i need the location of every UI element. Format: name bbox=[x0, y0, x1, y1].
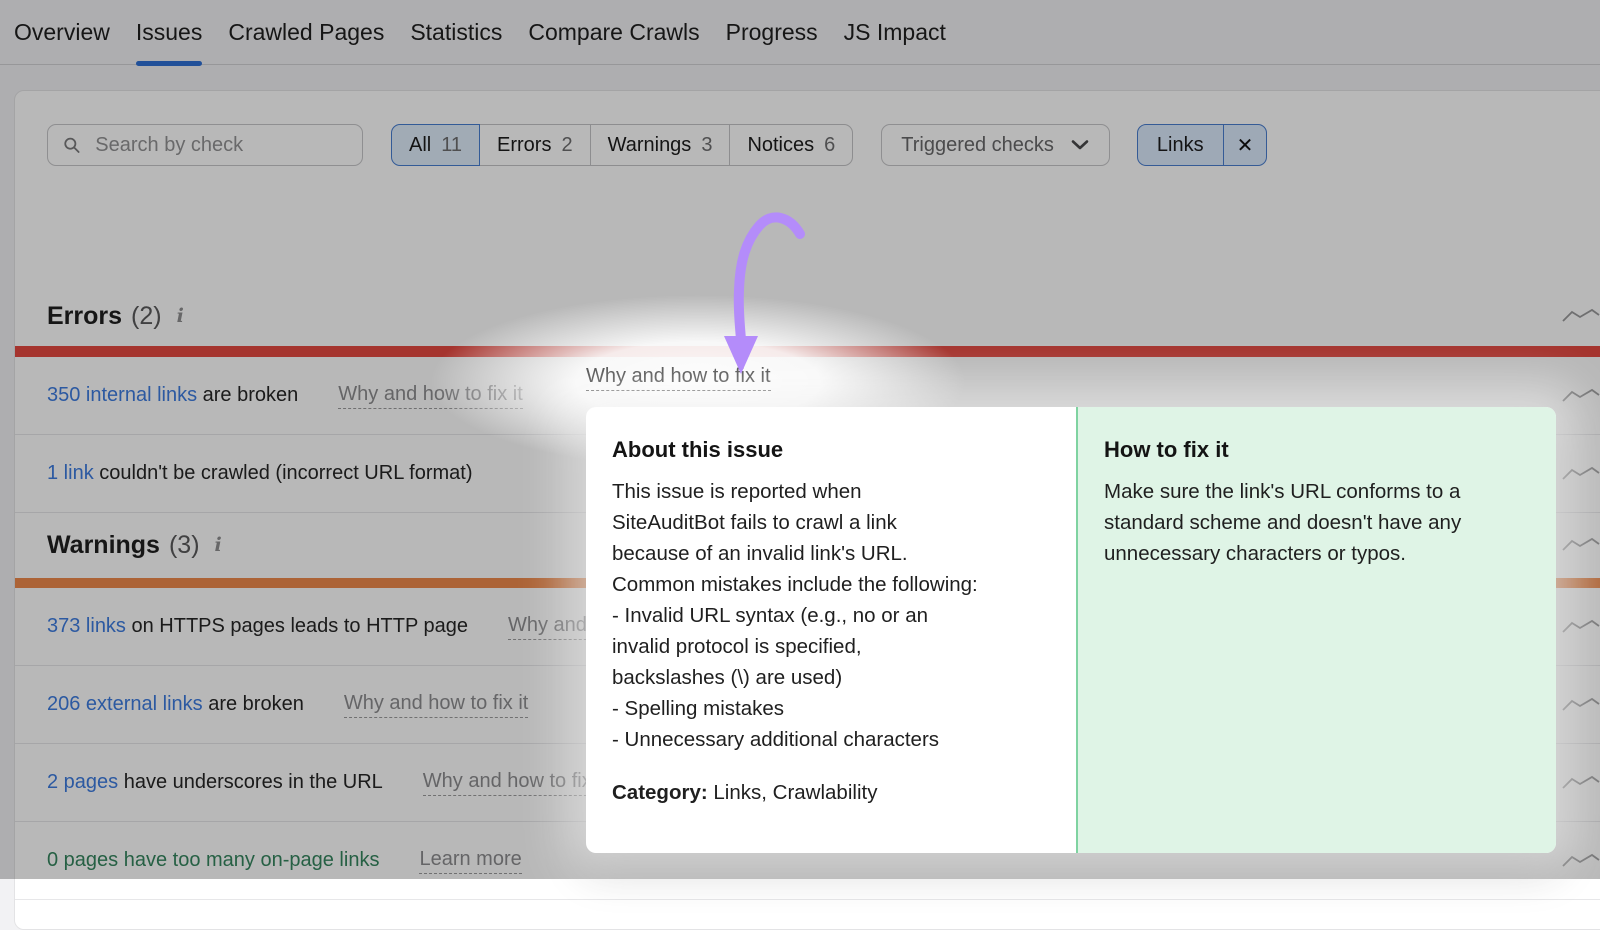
segment-warnings[interactable]: Warnings 3 bbox=[589, 124, 731, 166]
issue-count-link[interactable]: 350 internal links bbox=[47, 384, 197, 406]
category-value: Links, Crawlability bbox=[713, 781, 878, 804]
issue-description: are broken bbox=[202, 693, 304, 715]
tab-overview[interactable]: Overview bbox=[14, 0, 110, 64]
tab-label: Crawled Pages bbox=[228, 18, 385, 45]
issue-count-link[interactable]: 373 links bbox=[47, 615, 126, 637]
trend-sparkline-icon bbox=[1562, 466, 1600, 480]
issue-description: couldn't be crawled (incorrect URL forma… bbox=[93, 462, 473, 484]
segment-label: Warnings bbox=[607, 133, 692, 156]
triggered-checks-dropdown[interactable]: Triggered checks bbox=[881, 124, 1110, 166]
segment-count: 11 bbox=[441, 133, 462, 156]
issue-description: on HTTPS pages leads to HTTP page bbox=[125, 615, 468, 637]
issue-text: 350 internal links are broken bbox=[47, 384, 298, 407]
issue-count-link[interactable]: 0 pages bbox=[47, 849, 118, 871]
issue-text: 2 pages have underscores in the URL bbox=[47, 771, 383, 794]
issue-description: have underscores in the URL bbox=[118, 771, 383, 793]
segment-all[interactable]: All 11 bbox=[391, 124, 480, 166]
issue-description: are broken bbox=[197, 384, 299, 406]
tab-label: Overview bbox=[14, 18, 110, 45]
section-title: Errors bbox=[47, 301, 123, 330]
triggered-checks-label: Triggered checks bbox=[901, 133, 1054, 156]
segment-count: 6 bbox=[824, 133, 836, 156]
issue-details-popup: About this issue This issue is reported … bbox=[586, 407, 1556, 853]
trend-sparkline-icon bbox=[1562, 619, 1600, 633]
info-icon[interactable]: i bbox=[177, 305, 184, 327]
trend-sparkline-icon bbox=[1562, 697, 1600, 711]
issue-text: 1 link couldn't be crawled (incorrect UR… bbox=[47, 462, 472, 485]
segment-count: 3 bbox=[701, 133, 713, 156]
search-input-wrapper[interactable] bbox=[47, 124, 363, 166]
close-icon[interactable]: ✕ bbox=[1224, 133, 1267, 158]
issue-text: 206 external links are broken bbox=[47, 693, 304, 716]
tab-label: Progress bbox=[725, 18, 818, 45]
why-how-to-fix-link[interactable]: Learn more bbox=[419, 848, 522, 874]
tab-label: Statistics bbox=[410, 18, 503, 45]
why-how-to-fix-link-highlighted[interactable]: Why and how to fix it bbox=[586, 365, 771, 391]
tab-label: JS Impact bbox=[843, 18, 946, 45]
tab-crawled-pages[interactable]: Crawled Pages bbox=[228, 0, 384, 64]
issue-count-link[interactable]: 1 link bbox=[47, 462, 94, 484]
tab-issues[interactable]: Issues bbox=[135, 0, 203, 66]
trend-sparkline-icon bbox=[1562, 308, 1600, 322]
trend-sparkline-icon bbox=[1562, 853, 1600, 867]
search-icon bbox=[64, 137, 80, 153]
chevron-down-icon bbox=[1071, 140, 1089, 150]
about-body: This issue is reported when SiteAuditBot… bbox=[612, 480, 978, 751]
segment-errors[interactable]: Errors 2 bbox=[479, 124, 591, 166]
tab-statistics[interactable]: Statistics bbox=[410, 0, 502, 64]
why-how-to-fix-link[interactable]: Why and how to fix it bbox=[422, 770, 608, 796]
report-tabs: Overview Issues Crawled Pages Statistics Com… bbox=[0, 0, 1600, 66]
error-severity-bar bbox=[15, 346, 1600, 357]
links-filter-chip[interactable]: Links ✕ bbox=[1136, 124, 1268, 166]
search-input[interactable] bbox=[93, 132, 348, 158]
category-label: Category: bbox=[612, 781, 708, 804]
segment-label: All bbox=[409, 133, 432, 156]
links-filter-label: Links bbox=[1138, 125, 1224, 165]
severity-filter-segments: All 11 Errors 2 Warnings 3 Notices 6 bbox=[391, 124, 854, 166]
trend-sparkline-icon bbox=[1562, 388, 1600, 402]
about-title: About this issue bbox=[612, 437, 784, 462]
issue-count-link[interactable]: 2 pages bbox=[47, 771, 118, 793]
segment-label: Errors bbox=[497, 133, 552, 156]
how-to-fix-panel: How to fix it Make sure the link's URL c… bbox=[1076, 407, 1556, 853]
tab-label: Compare Crawls bbox=[528, 18, 700, 45]
tab-compare-crawls[interactable]: Compare Crawls bbox=[528, 0, 699, 64]
tab-label: Issues bbox=[135, 18, 203, 45]
issue-count-link[interactable]: 206 external links bbox=[47, 693, 203, 715]
section-title: Warnings bbox=[47, 530, 160, 559]
section-count: (3) bbox=[168, 530, 200, 559]
fix-body: Make sure the link's URL conforms to a s… bbox=[1104, 480, 1462, 565]
category-line: Category: Links, Crawlability bbox=[612, 781, 1052, 805]
fix-title: How to fix it bbox=[1104, 437, 1229, 462]
issue-row: 0 outgoing internal links contain nofoll… bbox=[15, 912, 1600, 929]
issue-description: have too many on-page links bbox=[118, 849, 380, 871]
section-header-errors: Errors (2) i bbox=[15, 286, 1600, 346]
segment-count: 2 bbox=[561, 133, 573, 156]
why-how-to-fix-link[interactable]: Why and how to fix it bbox=[338, 383, 523, 409]
info-icon[interactable]: i bbox=[215, 534, 222, 556]
issue-text: 0 pages have too many on-page links bbox=[47, 849, 379, 872]
segment-notices[interactable]: Notices 6 bbox=[729, 124, 854, 166]
about-this-issue-panel: About this issue This issue is reported … bbox=[586, 407, 1076, 853]
trend-sparkline-icon bbox=[1562, 775, 1600, 789]
tab-progress[interactable]: Progress bbox=[726, 0, 818, 64]
section-count: (2) bbox=[131, 301, 162, 330]
filter-bar: All 11 Errors 2 Warnings 3 Notices 6 Triggered … bbox=[47, 124, 1600, 166]
trend-sparkline-icon bbox=[1562, 537, 1600, 551]
why-how-to-fix-link[interactable]: Why and how to fix it bbox=[343, 692, 529, 718]
segment-label: Notices bbox=[747, 133, 815, 156]
tab-js-impact[interactable]: JS Impact bbox=[844, 0, 946, 64]
issue-text: 373 links on HTTPS pages leads to HTTP p… bbox=[47, 615, 468, 638]
